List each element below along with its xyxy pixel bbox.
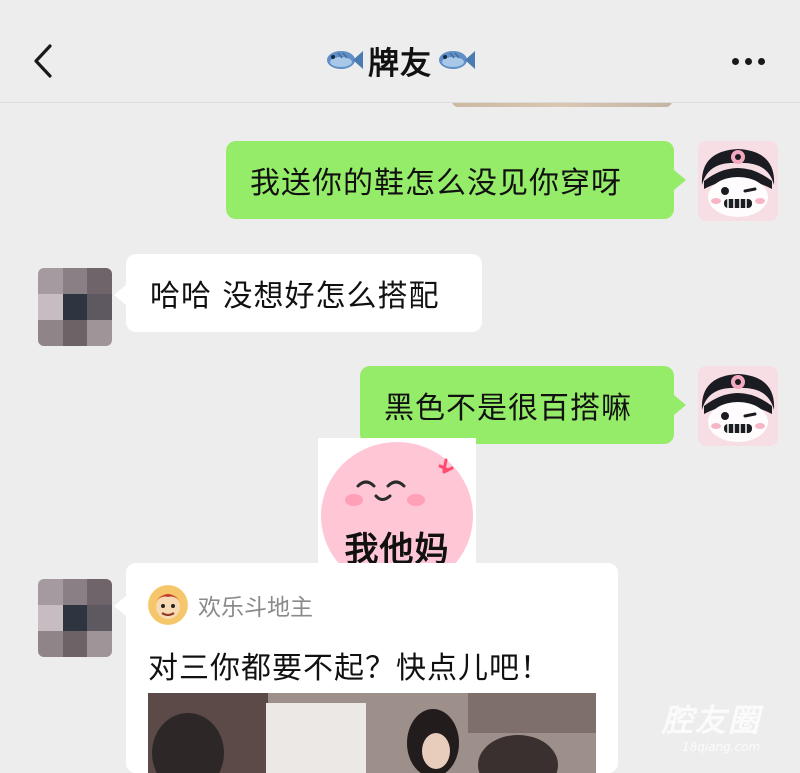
- card-app-name: 欢乐斗地主: [198, 595, 313, 621]
- more-options-button[interactable]: [726, 52, 770, 70]
- message-bubble-sent[interactable]: 黑色不是很百搭嘛: [360, 366, 674, 444]
- card-message-text: 对三你都要不起？快点儿吧！: [148, 651, 551, 686]
- sticker-message[interactable]: 我他妈: [318, 438, 476, 574]
- avatar[interactable]: [38, 579, 112, 657]
- chat-title-group: 牌友: [0, 38, 800, 82]
- ellipsis-icon: [731, 57, 739, 65]
- watermark-title: 腔友圈: [662, 703, 761, 739]
- ellipsis-icon: [757, 57, 765, 65]
- message-text: 我送你的鞋怎么没见你穿呀: [250, 166, 622, 201]
- avatar[interactable]: [38, 268, 112, 346]
- bubble-tail: [114, 596, 126, 616]
- bubble-tail: [114, 285, 126, 305]
- game-app-icon: [148, 585, 188, 625]
- shared-card-message[interactable]: 欢乐斗地主 对三你都要不起？快点儿吧！: [126, 563, 618, 773]
- bubble-tail: [674, 395, 686, 415]
- message-text: 黑色不是很百搭嘛: [384, 391, 632, 426]
- kuromi-avatar-icon: [698, 366, 778, 446]
- fish-icon: [327, 51, 363, 69]
- kuromi-avatar-icon: [698, 141, 778, 221]
- chat-header: 牌友: [0, 0, 800, 103]
- fish-icon: [439, 51, 475, 69]
- ellipsis-icon: [744, 57, 752, 65]
- message-bubble-received[interactable]: 哈哈 没想好怎么搭配: [126, 254, 482, 332]
- bubble-tail: [674, 170, 686, 190]
- chat-title: 牌友: [368, 45, 432, 82]
- card-preview-image: [148, 693, 596, 773]
- watermark-subtitle: 18qiang.com: [682, 740, 761, 754]
- message-bubble-sent[interactable]: 我送你的鞋怎么没见你穿呀: [226, 141, 674, 219]
- avatar[interactable]: [698, 141, 778, 221]
- watermark: 腔友圈 18qiang.com: [662, 695, 792, 755]
- card-app-header: 欢乐斗地主: [148, 585, 313, 625]
- message-text: 哈哈 没想好怎么搭配: [150, 279, 440, 314]
- avatar[interactable]: [698, 366, 778, 446]
